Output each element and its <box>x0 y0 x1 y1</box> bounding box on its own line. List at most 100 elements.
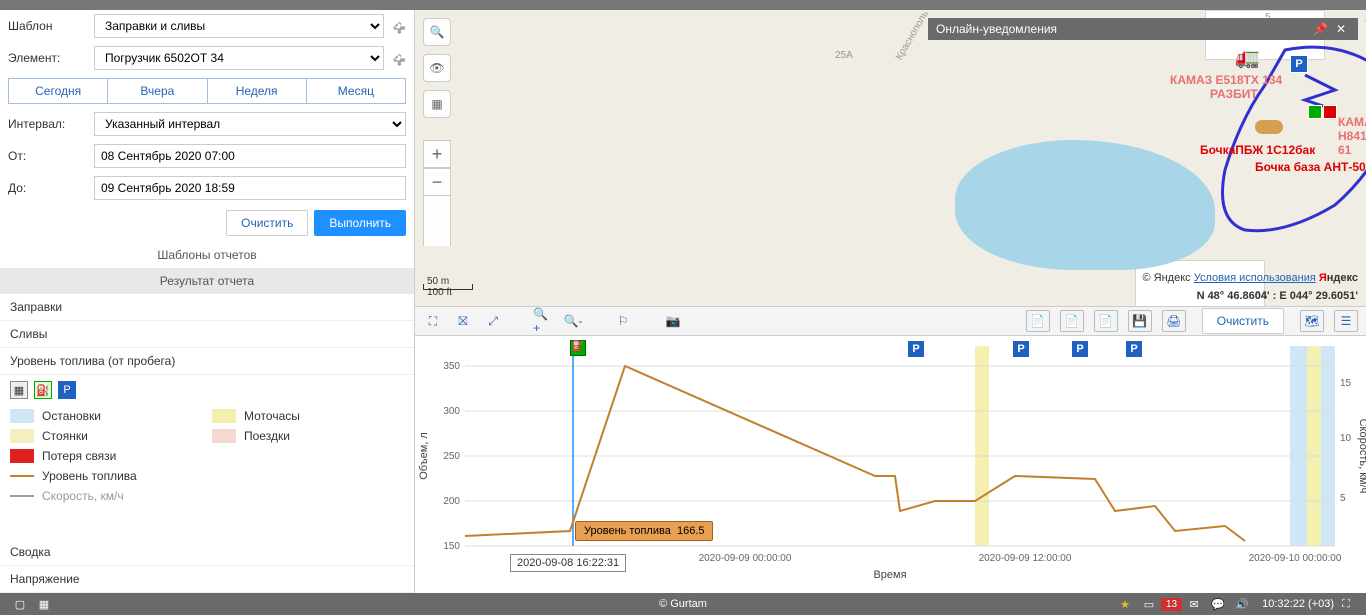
parking-event-marker[interactable]: P <box>1125 340 1143 358</box>
template-label: Шаблон <box>8 19 88 33</box>
gear-icon[interactable] <box>390 50 406 66</box>
parking-icon[interactable]: P <box>58 381 76 399</box>
interval-label: Интервал: <box>8 117 88 131</box>
legend-fuel: Уровень топлива <box>42 469 137 483</box>
legend-swatch <box>10 429 34 443</box>
template-select[interactable]: Заправки и сливы <box>94 14 384 38</box>
notif-title: Онлайн-уведомления <box>936 22 1057 36</box>
templates-section[interactable]: Шаблоны отчетов <box>0 242 414 268</box>
list-view-icon[interactable]: ☰ <box>1334 310 1358 332</box>
legend-swatch <box>10 449 34 463</box>
svg-text:10: 10 <box>1340 433 1352 444</box>
coordinates: N 48° 46.8604' : E 044° 29.6051' <box>1197 290 1358 302</box>
to-input[interactable] <box>94 176 406 200</box>
tab-yesterday[interactable]: Вчера <box>108 79 207 103</box>
to-label: До: <box>8 181 88 195</box>
legend-line <box>10 475 34 477</box>
report-item[interactable]: Сливы <box>0 321 414 348</box>
fullscreen-icon[interactable]: ⛶ <box>1336 596 1356 612</box>
sound-icon[interactable]: 🔊 <box>1232 596 1252 612</box>
export-xls-icon[interactable]: 📄 <box>1094 310 1118 332</box>
camera-icon[interactable]: 📷 <box>663 311 683 331</box>
message-count: 13 <box>1161 598 1182 611</box>
clock: 10:32:22 (+03) <box>1262 598 1334 610</box>
layers-icon[interactable]: ▦ <box>423 90 451 118</box>
zoom-in-icon[interactable]: 🔍+ <box>533 311 553 331</box>
report-item[interactable]: Напряжение <box>0 566 414 593</box>
legend-stops: Остановки <box>42 409 101 423</box>
svg-text:Объем, л: Объем, л <box>418 432 430 480</box>
truck-icon[interactable]: 🚛 <box>1235 45 1260 70</box>
messages-icon[interactable]: ▭ <box>1139 596 1159 612</box>
fuel-icon[interactable]: ⛽ <box>34 381 52 399</box>
svg-text:5: 5 <box>1340 493 1346 504</box>
svg-text:350: 350 <box>443 361 460 372</box>
tab-today[interactable]: Сегодня <box>9 79 108 103</box>
element-select[interactable]: Погрузчик 6502ОТ 34 <box>94 46 384 70</box>
save-icon[interactable]: 💾 <box>1128 310 1152 332</box>
interval-select[interactable]: Указанный интервал <box>94 112 406 136</box>
export-doc-icon[interactable]: 📄 <box>1026 310 1050 332</box>
zoom-out-icon[interactable]: 🔍- <box>563 311 583 331</box>
clear-button[interactable]: Очистить <box>226 210 308 236</box>
zoom-slider[interactable] <box>423 196 451 246</box>
report-item[interactable]: Сводка <box>0 539 414 566</box>
legend-swatch <box>212 409 236 423</box>
element-label: Элемент: <box>8 51 88 65</box>
chart-tooltip: Уровень топлива 166.5 <box>575 521 713 541</box>
print-icon[interactable]: 🖨 <box>1162 310 1186 332</box>
pin-icon[interactable]: 📌 <box>1309 22 1332 36</box>
zoom-in-button[interactable]: + <box>423 140 451 168</box>
toggle-chart-icon[interactable]: ▦ <box>10 381 28 399</box>
legend-trips: Поездки <box>244 429 290 443</box>
flag-icon[interactable]: ⚐ <box>613 311 633 331</box>
parking-event-marker[interactable]: P <box>907 340 925 358</box>
star-icon[interactable]: ★ <box>1115 596 1135 612</box>
result-section[interactable]: Результат отчета <box>0 268 414 294</box>
search-icon[interactable]: 🔍 <box>423 18 451 46</box>
layout-grid-icon[interactable]: ▦ <box>34 596 54 612</box>
clear-area-icon[interactable]: ⛝ <box>453 311 473 331</box>
chart[interactable]: 150 200 250 300 350 5 10 15 2020-09-09 0… <box>415 336 1366 593</box>
run-button[interactable]: Выполнить <box>314 210 406 236</box>
svg-text:2020-09-10 00:00:00: 2020-09-10 00:00:00 <box>1249 553 1342 564</box>
report-item[interactable]: Уровень топлива (от пробега) <box>0 348 414 375</box>
send-icon[interactable]: ✉ <box>1184 596 1204 612</box>
parking-event-marker[interactable]: P <box>1012 340 1030 358</box>
from-input[interactable] <box>94 144 406 168</box>
report-item[interactable]: Заправки <box>0 294 414 321</box>
select-area-icon[interactable]: ⛶ <box>423 311 443 331</box>
terms-link[interactable]: Условия использования <box>1194 272 1316 284</box>
right-panel: Краснополь 25А 5 4 6А 7Б 7 8А КАМАЗ Е518… <box>415 10 1366 593</box>
svg-text:250: 250 <box>443 451 460 462</box>
close-icon[interactable]: ✕ <box>1332 22 1350 36</box>
map-view-icon[interactable]: 🗺 <box>1300 310 1324 332</box>
event-marker[interactable] <box>1323 105 1337 119</box>
tab-week[interactable]: Неделя <box>208 79 307 103</box>
parking-event-marker[interactable]: P <box>1071 340 1089 358</box>
svg-text:Скорость, км/ч: Скорость, км/ч <box>1357 419 1366 494</box>
export-pdf-icon[interactable]: 📄 <box>1060 310 1084 332</box>
tab-month[interactable]: Месяц <box>307 79 405 103</box>
svg-text:2020-09-09 12:00:00: 2020-09-09 12:00:00 <box>979 553 1072 564</box>
parking-marker[interactable]: P <box>1290 55 1308 73</box>
legend-line <box>10 495 34 497</box>
fuel-marker[interactable] <box>1308 105 1322 119</box>
layout-1-icon[interactable]: ▢ <box>10 596 30 612</box>
map-attribution: © Яндекс Условия использования Яндекс <box>1142 272 1358 284</box>
eye-icon[interactable]: 👁 <box>423 54 451 82</box>
map[interactable]: Краснополь 25А 5 4 6А 7Б 7 8А КАМАЗ Е518… <box>415 10 1366 306</box>
chart-clear-button[interactable]: Очистить <box>1202 308 1284 334</box>
notification-panel: Онлайн-уведомления 📌 ✕ <box>928 18 1358 40</box>
svg-text:Время: Время <box>873 569 906 581</box>
tank-icon[interactable] <box>1255 120 1283 134</box>
gear-icon[interactable] <box>390 18 406 34</box>
legend-speed: Скорость, км/ч <box>42 489 124 503</box>
chat-icon[interactable]: 💬 <box>1208 596 1228 612</box>
crosshair-time: 2020-09-08 16:22:31 <box>510 554 626 572</box>
fuel-event-marker[interactable]: ⛽ <box>570 340 586 356</box>
scale-bar: 50 m 100 ft <box>423 284 473 298</box>
fit-icon[interactable]: ⤢ <box>483 311 503 331</box>
top-bar <box>0 0 1366 10</box>
zoom-out-button[interactable]: − <box>423 168 451 196</box>
